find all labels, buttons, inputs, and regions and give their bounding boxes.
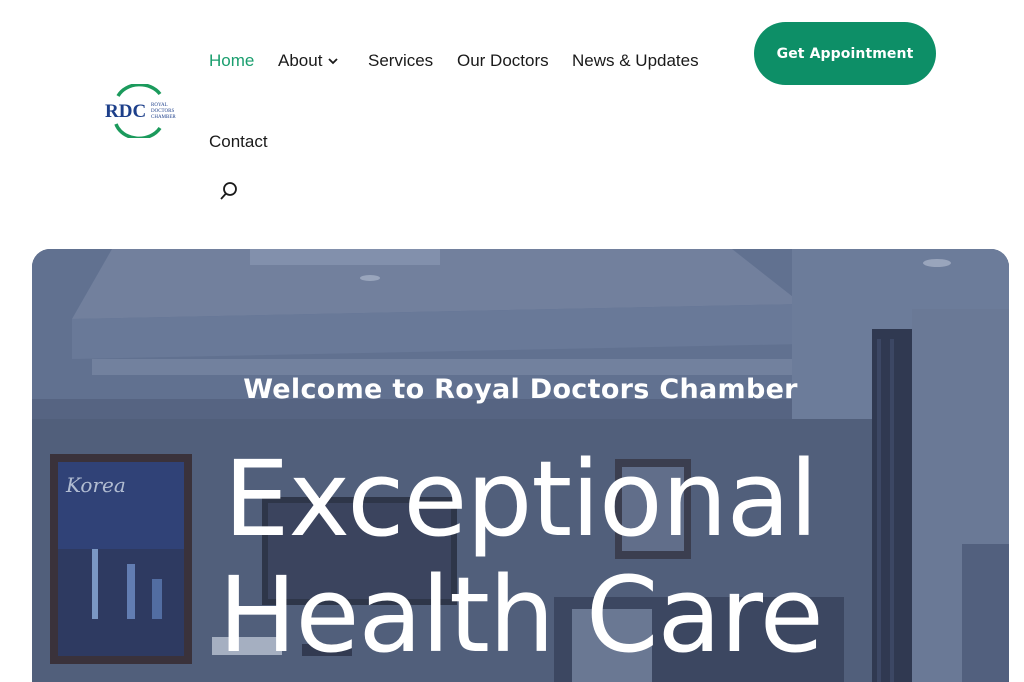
nav-item-news-updates[interactable]: News & Updates [572,50,699,72]
hero-subtitle: Welcome to Royal Doctors Chamber [243,374,798,405]
svg-text:CHAMBER: CHAMBER [151,115,176,120]
hero-section: Korea Welcome to Royal Doctors Chamber E… [32,249,1009,682]
nav-item-about-label: About [278,51,323,70]
hero-title: Exceptional Health Care [32,441,1009,673]
hero-title-line-2: Health Care [218,554,823,676]
svg-text:DOCTORS: DOCTORS [151,109,174,114]
hero-title-line-1: Exceptional [223,438,818,560]
site-logo[interactable]: RDC ROYAL DOCTORS CHAMBER [104,82,178,141]
svg-text:ROYAL: ROYAL [151,103,168,108]
svg-text:RDC: RDC [105,101,146,122]
nav-item-about[interactable]: About [278,50,339,72]
search-icon[interactable] [219,181,239,201]
nav-item-contact[interactable]: Contact [209,131,268,153]
get-appointment-button[interactable]: Get Appointment [754,22,936,85]
chevron-down-icon [328,58,339,65]
nav-item-our-doctors[interactable]: Our Doctors [457,50,549,72]
nav-item-services[interactable]: Services [368,50,433,72]
nav-item-home[interactable]: Home [209,50,254,72]
